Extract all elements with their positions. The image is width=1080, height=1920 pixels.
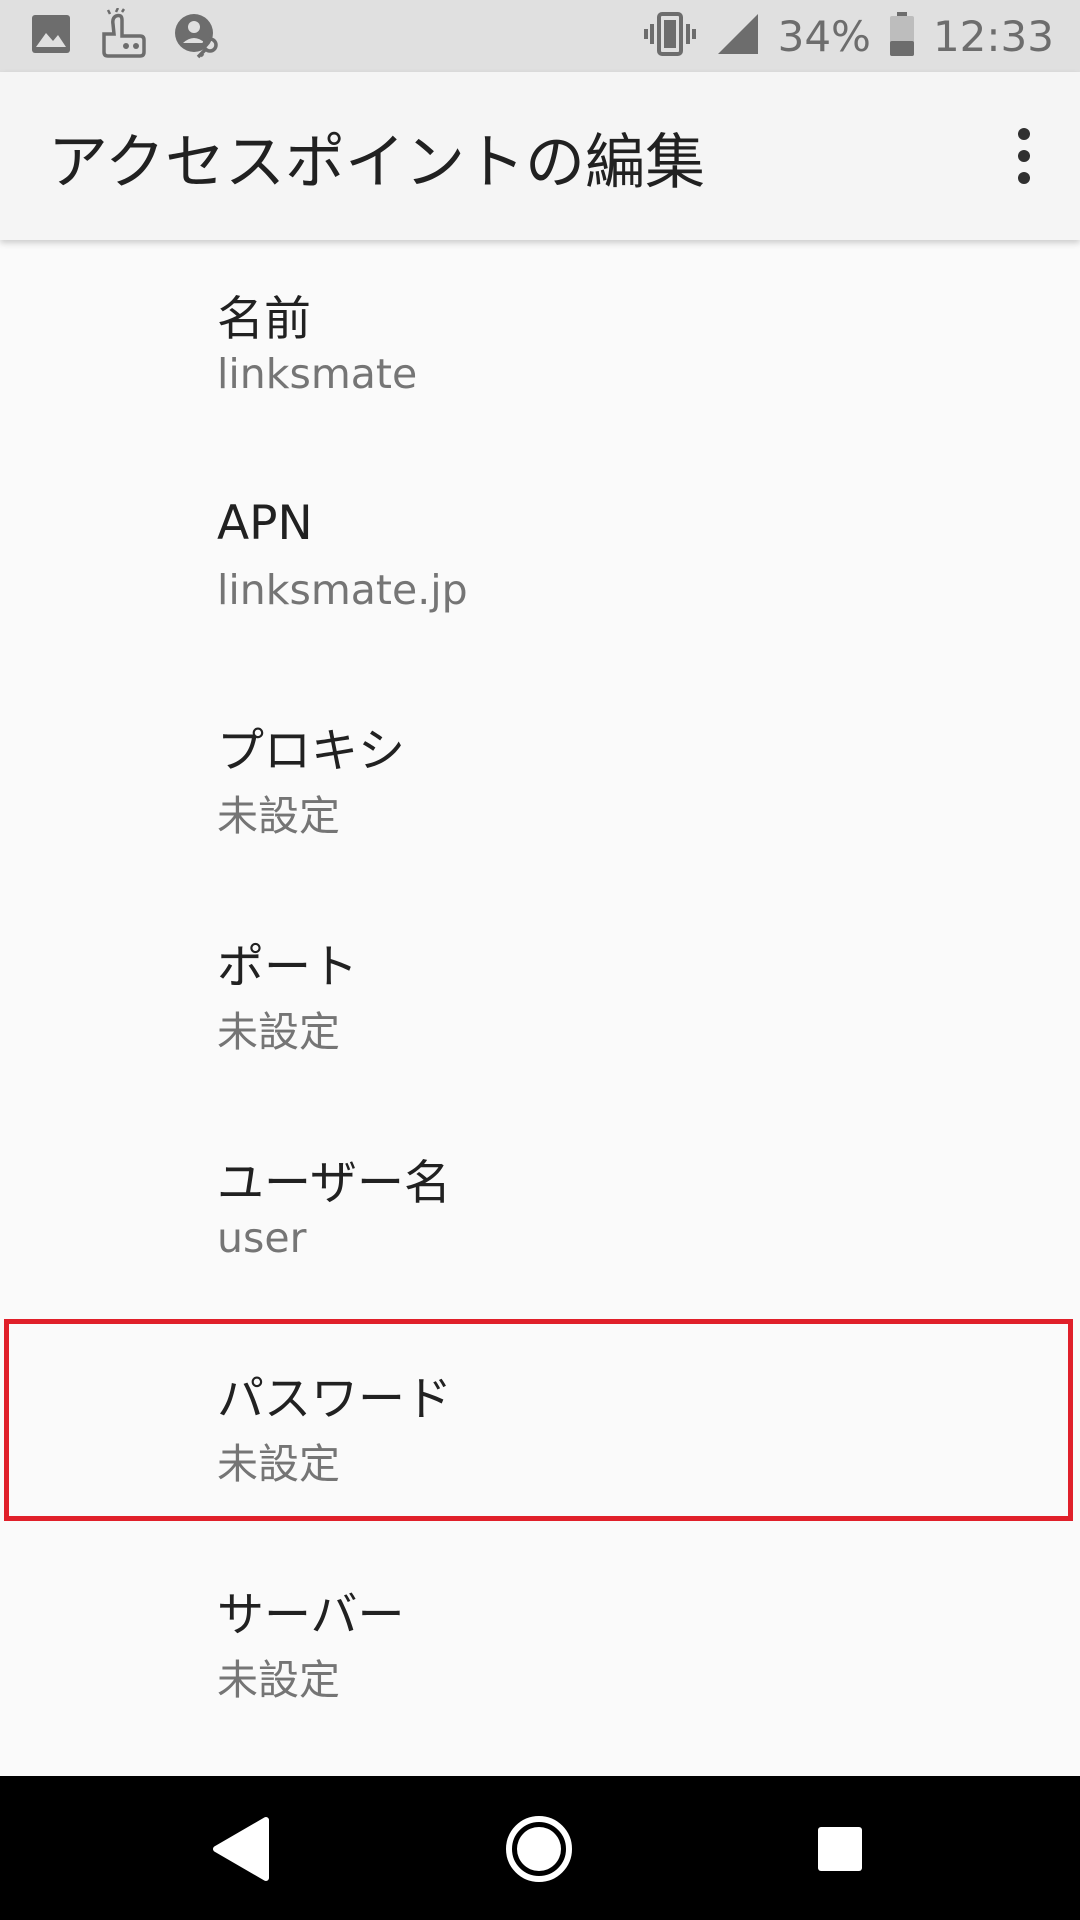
pref-title: ポート (217, 940, 358, 995)
back-icon (213, 1817, 269, 1881)
page-title: アクセスポイントの編集 (48, 128, 705, 198)
pref-summary: 未設定 (217, 1440, 340, 1488)
more-options-button[interactable] (996, 124, 1052, 188)
recents-button[interactable] (795, 1806, 885, 1892)
pref-proxy[interactable]: プロキシ 未設定 (0, 672, 1080, 888)
vibrate-icon (642, 12, 698, 60)
pref-title: サーバー (217, 1588, 405, 1643)
pref-password[interactable]: パスワード 未設定 (0, 1320, 1080, 1536)
pref-title: ユーザー名 (217, 1156, 452, 1211)
pref-apn[interactable]: APN linksmate.jp (0, 456, 1080, 672)
pref-summary: 未設定 (217, 1008, 340, 1056)
home-button[interactable] (494, 1806, 584, 1892)
recents-icon (818, 1827, 862, 1871)
pref-title: プロキシ (217, 724, 405, 779)
back-button[interactable] (195, 1806, 285, 1892)
pref-summary: user (217, 1214, 307, 1262)
signal-icon (716, 12, 760, 60)
pref-name[interactable]: 名前 linksmate (0, 240, 1080, 456)
image-icon (30, 13, 72, 59)
pref-title: パスワード (217, 1372, 452, 1427)
pref-port[interactable]: ポート 未設定 (0, 888, 1080, 1104)
pref-title: APN (217, 496, 313, 551)
status-system-icons: 34% 12:33 (642, 6, 1054, 66)
pref-username[interactable]: ユーザー名 user (0, 1104, 1080, 1320)
screen: 34% 12:33 アクセスポイントの編集 名前 linksmate APN l… (0, 0, 1080, 1920)
pref-server[interactable]: サーバー 未設定 (0, 1536, 1080, 1752)
apn-settings-list: 名前 linksmate APN linksmate.jp プロキシ 未設定 ポ… (0, 240, 1080, 1776)
more-vert-icon (1018, 128, 1030, 140)
clock: 12:33 (932, 11, 1054, 61)
battery-percent: 34% (777, 11, 871, 61)
home-icon (506, 1816, 572, 1882)
navigation-bar (0, 1776, 1080, 1920)
more-vert-dot (1018, 150, 1030, 162)
mascot-app-icon (96, 7, 148, 64)
battery-icon (889, 11, 915, 61)
pref-summary: linksmate.jp (217, 566, 468, 614)
app-bar: アクセスポイントの編集 (0, 72, 1080, 240)
pref-summary: 未設定 (217, 1656, 340, 1704)
pref-title: 名前 (217, 292, 311, 347)
pref-summary: 未設定 (217, 792, 340, 840)
status-notification-icons (30, 7, 222, 64)
pref-summary: linksmate (217, 350, 418, 398)
status-bar: 34% 12:33 (0, 0, 1080, 72)
person-key-icon (172, 9, 222, 63)
more-vert-dot (1018, 172, 1030, 184)
